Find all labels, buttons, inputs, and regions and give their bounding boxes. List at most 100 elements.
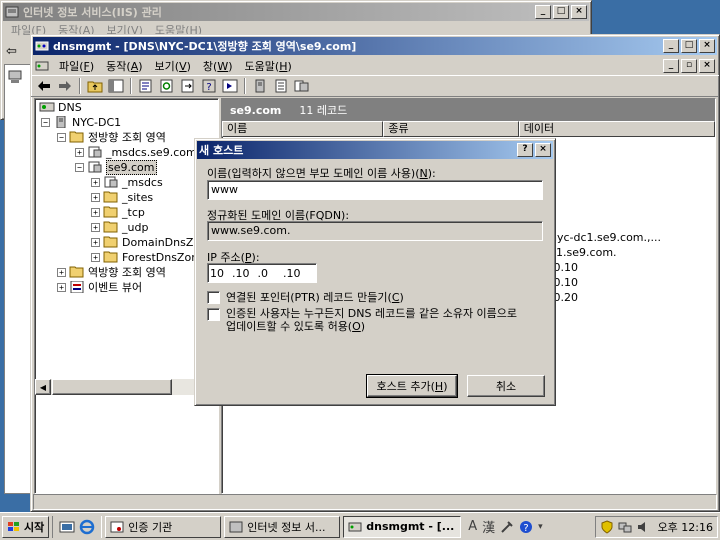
- ptr-checkbox-row[interactable]: 연결된 포인터(PTR) 레코드 만들기(C): [207, 289, 404, 305]
- internet-explorer-icon[interactable]: [79, 519, 95, 535]
- child-close-button[interactable]: ×: [699, 59, 715, 73]
- tree-expander[interactable]: +: [91, 252, 100, 262]
- clock[interactable]: 오후 12:16: [658, 519, 713, 535]
- dialog-help-button[interactable]: ?: [517, 143, 533, 157]
- task-dnsmgmt[interactable]: dnsmgmt - [...: [343, 515, 462, 538]
- tree-expander[interactable]: +: [75, 147, 84, 157]
- quick-launch: [52, 515, 103, 538]
- zone-icon[interactable]: [293, 78, 311, 94]
- tree-expander[interactable]: +: [91, 207, 100, 217]
- column-header-data[interactable]: 데이터: [518, 121, 715, 137]
- tree-expander[interactable]: −: [75, 162, 84, 172]
- record-list-icon[interactable]: [272, 78, 290, 94]
- tree-item-msdcs[interactable]: + _msdcs: [91, 174, 163, 190]
- show-desktop-icon[interactable]: [59, 519, 75, 535]
- tree-item-reverse-zones[interactable]: + 역방향 조회 영역: [57, 264, 166, 280]
- iis-window-title: 인터넷 정보 서비스(IIS) 관리: [23, 6, 162, 19]
- tree-item-domaindnszones[interactable]: + DomainDnsZo: [91, 234, 200, 250]
- tree-item-event-viewer[interactable]: + 이벤트 뷰어: [57, 279, 142, 295]
- tree-item-se9-com[interactable]: − se9.com: [75, 159, 157, 175]
- iis-minimize-button[interactable]: _: [535, 5, 551, 19]
- dialog-close-button[interactable]: ×: [535, 143, 551, 157]
- tree-expander[interactable]: −: [57, 132, 66, 142]
- column-header-name[interactable]: 이름: [222, 121, 384, 137]
- ip-octet-4[interactable]: 10: [287, 267, 309, 280]
- forward-arrow-icon[interactable]: [56, 78, 74, 94]
- tree-item-sites[interactable]: + _sites: [91, 189, 153, 205]
- ime-options-icon[interactable]: ▾: [538, 522, 543, 532]
- network-icon[interactable]: [618, 520, 632, 534]
- tree-item-label: DomainDnsZo: [122, 235, 201, 249]
- ime-english-toggle[interactable]: A: [468, 519, 477, 534]
- child-minimize-button[interactable]: _: [663, 59, 679, 73]
- tree-item-udp[interactable]: + _udp: [91, 219, 148, 235]
- tree-expander[interactable]: −: [41, 117, 50, 127]
- properties-icon[interactable]: [137, 78, 155, 94]
- host-name-input[interactable]: www: [207, 180, 543, 200]
- iis-maximize-button[interactable]: □: [553, 5, 569, 19]
- tree-item-tcp[interactable]: + _tcp: [91, 204, 145, 220]
- security-shield-icon[interactable]: [600, 519, 614, 534]
- dnsmgmt-maximize-button[interactable]: □: [681, 39, 697, 53]
- iis-close-button[interactable]: ×: [571, 5, 587, 19]
- refresh-icon[interactable]: [158, 78, 176, 94]
- dnsmgmt-minimize-button[interactable]: _: [663, 39, 679, 53]
- tree-item-label: _msdcs.se9.com: [106, 145, 197, 159]
- task-iis-manager[interactable]: 인터넷 정보 서...: [224, 515, 341, 538]
- tree-item-label: ForestDnsZor: [122, 250, 196, 264]
- tree-expander[interactable]: +: [57, 267, 66, 277]
- cancel-button[interactable]: 취소: [467, 375, 545, 397]
- ptr-checkbox[interactable]: [207, 290, 220, 304]
- menu-window[interactable]: 창(W): [197, 58, 239, 74]
- action-pane-icon[interactable]: [221, 78, 239, 94]
- menu-action[interactable]: 동작(A): [100, 58, 148, 74]
- tree-item-dns[interactable]: DNS: [39, 99, 82, 115]
- tree-horizontal-scrollbar[interactable]: ◀ ▶: [35, 379, 218, 395]
- iis-title-bar[interactable]: 인터넷 정보 서비스(IIS) 관리 _ □ ×: [3, 3, 589, 21]
- auth-update-checkbox[interactable]: [207, 308, 220, 321]
- iis-back-arrow-icon[interactable]: ⇦: [6, 44, 26, 62]
- column-header-type[interactable]: 종류: [383, 121, 519, 137]
- tree-expander[interactable]: +: [91, 222, 100, 232]
- export-list-icon[interactable]: [179, 78, 197, 94]
- scroll-thumb[interactable]: [52, 379, 172, 395]
- tree-item-nyc-dc1[interactable]: − NYC-DC1: [41, 114, 121, 130]
- tree-expander[interactable]: +: [57, 282, 66, 292]
- menu-view[interactable]: 보기(V): [149, 58, 197, 74]
- record-data-cell[interactable]: nyc-dc1.se9.com.,...: [550, 231, 661, 244]
- ip-octet-2[interactable]: 10: [236, 267, 258, 280]
- record-data-cell[interactable]: c1.se9.com.: [550, 246, 617, 259]
- child-restore-button[interactable]: ▫: [681, 59, 697, 73]
- task-cert-authority[interactable]: 인증 기관: [105, 515, 222, 538]
- dialog-title-bar[interactable]: 새 호스트 ? ×: [197, 141, 553, 159]
- up-folder-icon[interactable]: [86, 78, 104, 94]
- back-arrow-icon[interactable]: [35, 78, 53, 94]
- show-tree-icon[interactable]: [107, 78, 125, 94]
- add-host-button[interactable]: 호스트 추가(H): [366, 374, 458, 398]
- menu-help[interactable]: 도움말(H): [239, 58, 298, 74]
- menu-file[interactable]: 파일(F): [53, 58, 100, 74]
- server-icon[interactable]: [251, 78, 269, 94]
- dnsmgmt-title-bar[interactable]: dnsmgmt - [DNS\NYC-DC1\정방향 조회 영역\se9.com…: [33, 37, 717, 55]
- volume-icon[interactable]: [636, 520, 650, 534]
- tree-item-msdcs-se9[interactable]: + _msdcs.se9.com: [75, 144, 197, 160]
- tree-item-forward-zones[interactable]: − 정방향 조회 영역: [57, 129, 166, 145]
- ime-tool-icon[interactable]: [500, 520, 514, 534]
- ip-octet-1[interactable]: 10: [210, 267, 232, 280]
- ip-address-input[interactable]: 10. 10. 0. 10: [207, 263, 317, 283]
- tree-expander[interactable]: +: [91, 237, 100, 247]
- scroll-left-button[interactable]: ◀: [35, 379, 51, 395]
- help-book-icon[interactable]: ?: [200, 78, 218, 94]
- ime-help-icon[interactable]: ?: [519, 520, 533, 534]
- tree-pane[interactable]: DNS − NYC-DC1 − 정방향 조회 영역 + _msdcs.se9.c…: [34, 98, 219, 494]
- ip-octet-3[interactable]: 0: [261, 267, 283, 280]
- ime-hanja-toggle[interactable]: 漢: [482, 517, 495, 536]
- auth-update-checkbox-row[interactable]: 인증된 사용자는 누구든지 DNS 레코드를 같은 소유자 이름으로 업데이트할…: [207, 307, 517, 333]
- tree-item-forestdnszones[interactable]: + ForestDnsZor: [91, 249, 196, 265]
- tree-expander[interactable]: +: [91, 192, 100, 202]
- start-button[interactable]: 시작: [2, 515, 50, 538]
- new-host-dialog[interactable]: 새 호스트 ? × 이름(입력하지 않으면 부모 도메인 이름 사용)(N): …: [194, 138, 556, 406]
- tree-expander[interactable]: +: [91, 177, 100, 187]
- status-panel: [33, 494, 717, 510]
- dnsmgmt-close-button[interactable]: ×: [699, 39, 715, 53]
